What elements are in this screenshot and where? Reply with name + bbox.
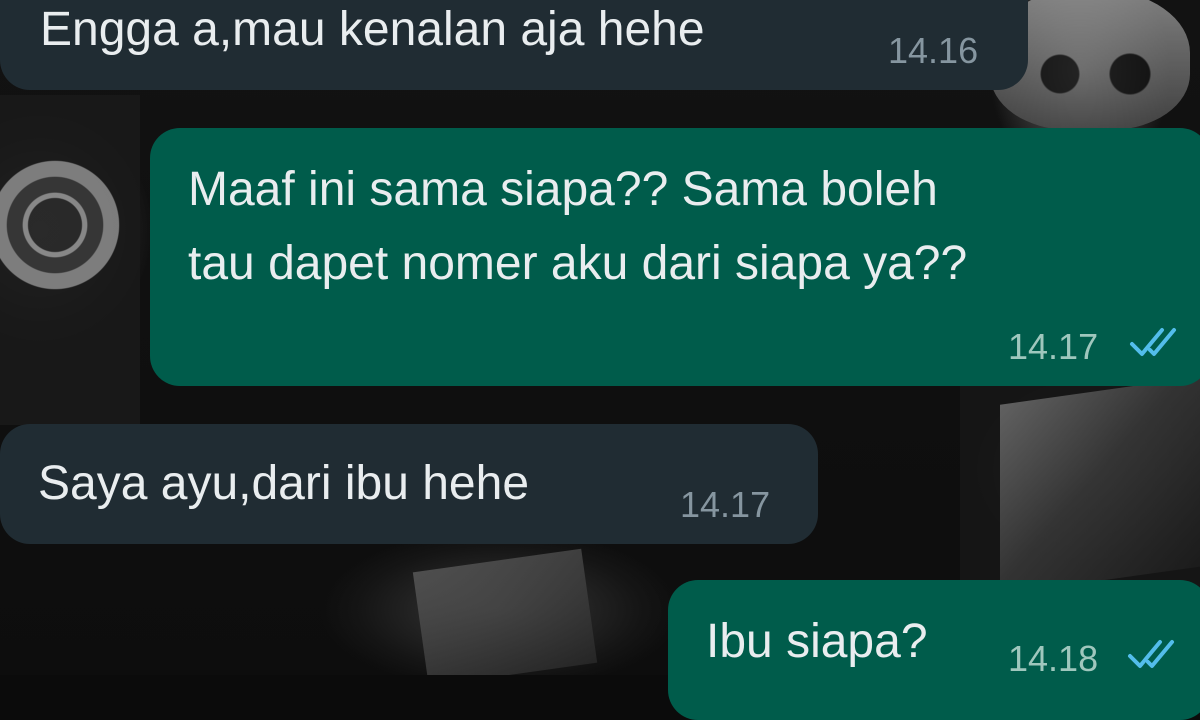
message-timestamp: 14.17: [1008, 326, 1099, 367]
double-check-icon: [1130, 328, 1176, 356]
message-text-line: Maaf ini sama siapa?? Sama boleh: [188, 163, 938, 216]
message-bubble-outgoing[interactable]: Ibu siapa? 14.18: [668, 580, 1200, 720]
message-text-line: tau dapet nomer aku dari siapa ya??: [188, 237, 968, 290]
message-timestamp: 14.17: [680, 484, 771, 525]
double-check-icon: [1128, 640, 1174, 668]
message-text: Engga a,mau kenalan aja hehe: [40, 3, 705, 56]
message-bubble-outgoing[interactable]: Maaf ini sama siapa?? Sama boleh tau dap…: [150, 128, 1200, 386]
message-bubble-incoming[interactable]: Saya ayu,dari ibu hehe 14.17: [0, 424, 818, 544]
wallpaper-photo: [1000, 375, 1200, 595]
message-text: Ibu siapa?: [706, 615, 928, 668]
message-timestamp: 14.18: [1008, 638, 1099, 679]
message-timestamp: 14.16: [888, 30, 979, 71]
wallpaper-card-image: [412, 548, 598, 675]
message-bubble-incoming[interactable]: Engga a,mau kenalan aja hehe 14.16: [0, 0, 1028, 90]
message-text: Saya ayu,dari ibu hehe: [38, 457, 530, 510]
